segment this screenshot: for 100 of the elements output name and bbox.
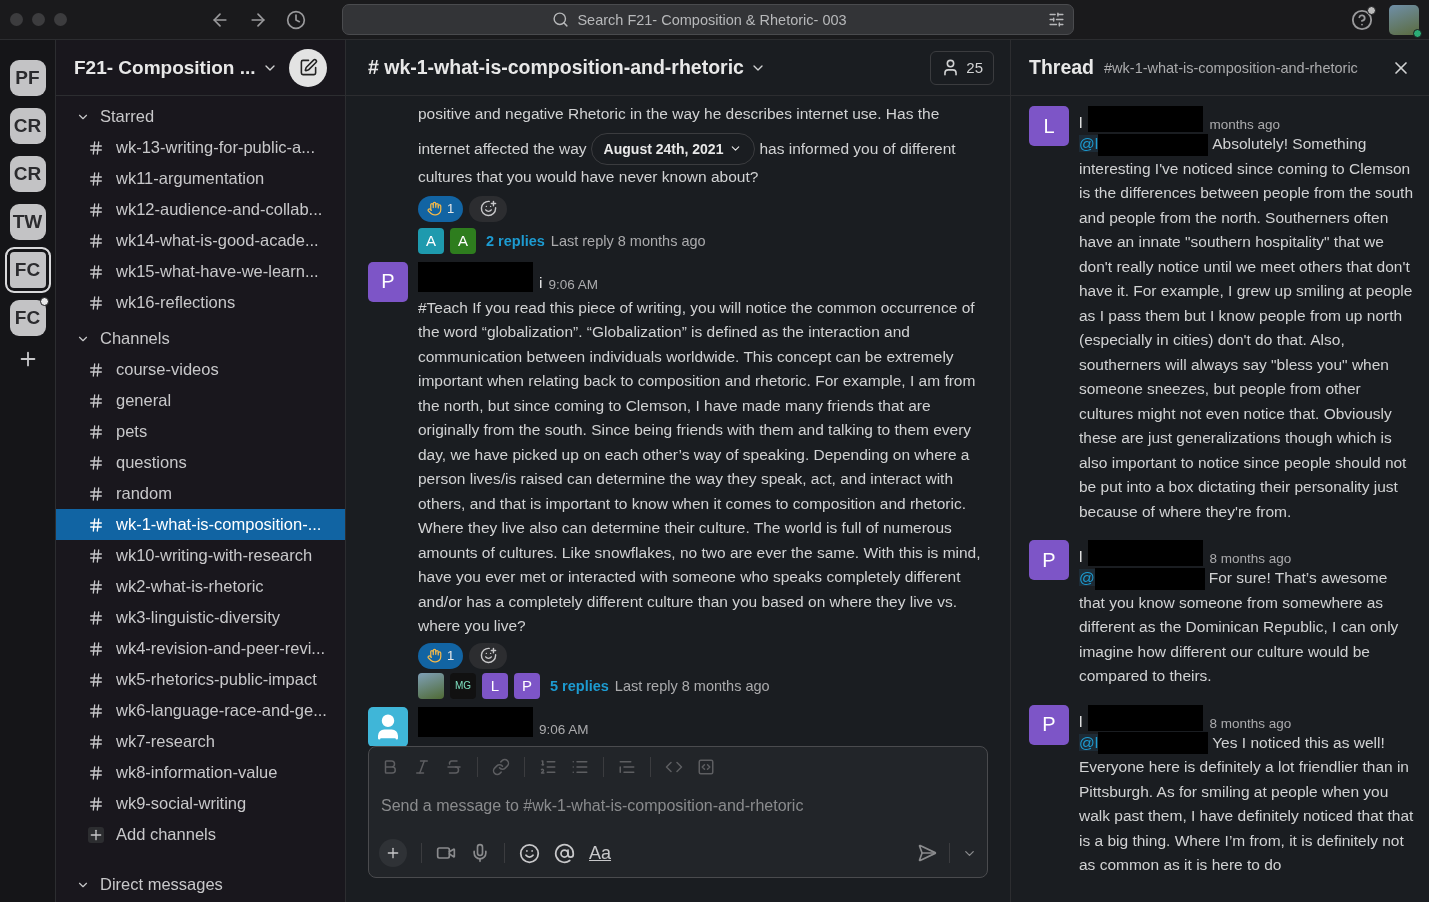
hash-icon xyxy=(88,485,104,502)
section-header[interactable]: Starred xyxy=(56,101,345,132)
author-name: l xyxy=(1079,712,1083,731)
channel-item[interactable]: wk16-reflections xyxy=(56,287,345,318)
send-icon[interactable] xyxy=(917,843,937,863)
link-icon[interactable] xyxy=(492,758,510,776)
thread-channel[interactable]: #wk-1-what-is-composition-and-rhetoric xyxy=(1104,59,1358,76)
message-time: 8 months ago xyxy=(1209,551,1292,566)
hash-icon xyxy=(88,671,104,688)
hash-icon xyxy=(88,201,104,218)
avatar: A xyxy=(450,227,476,254)
microphone-icon[interactable] xyxy=(470,843,490,863)
channel-item[interactable]: wk7-research xyxy=(56,726,345,757)
workspace-button[interactable]: FC xyxy=(4,247,51,293)
hash-icon xyxy=(88,454,104,471)
code-block-icon[interactable] xyxy=(697,758,715,776)
section-header[interactable]: Direct messages xyxy=(56,869,345,900)
replies-link[interactable]: 2 replies xyxy=(486,232,545,249)
channel-item[interactable]: general xyxy=(56,385,345,416)
channel-item[interactable]: wk3-linguistic-diversity xyxy=(56,602,345,633)
message-time: months ago xyxy=(1209,117,1280,132)
formatting-button[interactable]: Aa xyxy=(589,842,612,864)
message-text: has informed you of different xyxy=(759,138,956,159)
raised-hands-icon xyxy=(427,648,442,663)
hash-icon xyxy=(88,263,104,280)
hash-icon xyxy=(88,139,104,156)
channel-item[interactable]: wk4-revision-and-peer-revi... xyxy=(56,633,345,664)
avatar-photo xyxy=(418,672,444,699)
mention-icon[interactable] xyxy=(554,842,575,864)
channel-item[interactable]: wk5-rhetorics-public-impact xyxy=(56,664,345,695)
channel-item[interactable]: course-videos xyxy=(56,354,345,385)
author-name: l xyxy=(1079,114,1083,132)
workspace-button[interactable]: CR xyxy=(9,108,46,144)
thread-title: Thread xyxy=(1029,56,1094,79)
channel-item[interactable]: wk15-what-have-we-learn... xyxy=(56,256,345,287)
message-input[interactable]: Send a message to #wk-1-what-is-composition-and-rhetoric xyxy=(381,791,975,821)
raised-hands-icon xyxy=(427,201,442,216)
channel-item[interactable]: pets xyxy=(56,416,345,447)
bullet-list-icon[interactable] xyxy=(571,758,589,776)
mention-link[interactable]: @l xyxy=(1079,135,1099,152)
reaction-button[interactable]: 1 xyxy=(418,642,464,669)
message-text: @ For sure! That’s awesome that you know someone from somewhere as different as the Dominican Republic, I can only imagine how different our culture would be compared to theirs. xyxy=(1079,566,1400,686)
add-reaction-button[interactable] xyxy=(469,642,508,669)
channel-item[interactable]: wk12-audience-and-collab... xyxy=(56,194,345,225)
hash-icon xyxy=(88,702,104,719)
workspace-button[interactable]: CR xyxy=(9,156,46,192)
avatar: P xyxy=(514,672,540,699)
avatar: L xyxy=(482,672,508,699)
search-field[interactable]: Search F21- Composition & Rhetoric- 003 xyxy=(342,4,1074,35)
emoji-icon[interactable] xyxy=(519,842,540,864)
author-name: l xyxy=(1079,548,1083,566)
channel-title[interactable]: # wk-1-what-is-composition-and-rhetoric xyxy=(368,56,744,79)
hash-icon xyxy=(88,733,104,750)
workspace-button[interactable]: TW xyxy=(9,204,46,240)
avatar: P xyxy=(1029,704,1069,745)
channel-item[interactable]: wk14-what-is-good-acade... xyxy=(56,225,345,256)
mention-link[interactable]: @l xyxy=(1079,733,1099,751)
channel-item[interactable]: wk11-argumentation xyxy=(56,163,345,194)
hash-icon xyxy=(88,609,104,626)
replies-link[interactable]: 5 replies xyxy=(550,677,609,694)
message-text: @l Yes I noticed this as well! Everyone here is definitely a lot friendlier than in Pittsburgh. As for smiling at people when you walk past them, I have definitely noticed that that is a big thing. Where I’m from, it is definitely not as common as it is here to do xyxy=(1079,731,1415,875)
channel-item[interactable]: wk-13-writing-for-public-a... xyxy=(56,132,345,163)
attach-button[interactable] xyxy=(379,839,407,867)
mention-link[interactable]: @ xyxy=(1079,569,1095,586)
channel-item[interactable]: wk9-social-writing xyxy=(56,788,345,819)
message-time: 9:06 AM xyxy=(548,276,598,292)
hash-icon xyxy=(88,516,104,533)
avatar: P xyxy=(1029,540,1069,580)
channel-item[interactable]: random xyxy=(56,478,345,509)
add-emoji-icon xyxy=(479,200,497,217)
message-time: 8 months ago xyxy=(1209,715,1292,731)
add-reaction-button[interactable] xyxy=(469,195,508,222)
hash-icon xyxy=(88,764,104,781)
help-icon[interactable] xyxy=(1351,8,1373,31)
members-button[interactable]: 25 xyxy=(930,50,994,85)
numbered-list-icon[interactable] xyxy=(539,758,557,776)
channel-item[interactable]: questions xyxy=(56,447,345,478)
channel-item[interactable]: wk6-language-race-and-ge... xyxy=(56,695,345,726)
channel-item[interactable]: wk8-information-value xyxy=(56,757,345,788)
message-text: cultures that you would have never known about? xyxy=(418,167,760,187)
message-text: positive and negative Rhetoric in the way he describes internet use. Has the xyxy=(418,104,941,124)
channel-item[interactable]: wk2-what-is-rhetoric xyxy=(56,571,345,602)
quote-icon[interactable] xyxy=(618,758,636,776)
filter-icon[interactable] xyxy=(1048,11,1065,28)
add-channels-item[interactable]: Add channels xyxy=(56,819,345,850)
user-avatar-photo[interactable] xyxy=(1389,4,1419,35)
workspace-button[interactable]: FC xyxy=(9,300,46,336)
history-icon[interactable] xyxy=(286,9,306,30)
section-header[interactable]: Channels xyxy=(56,323,345,354)
channel-item[interactable]: wk10-writing-with-research xyxy=(56,540,345,571)
workspace-name[interactable]: F21- Composition ... xyxy=(74,56,256,79)
hash-icon xyxy=(88,795,104,812)
reaction-button[interactable]: 1 xyxy=(418,195,464,222)
compose-button[interactable] xyxy=(289,48,327,87)
message-time: 9:06 AM xyxy=(539,721,589,737)
hash-icon xyxy=(88,361,104,378)
workspace-button[interactable]: PF xyxy=(9,60,46,96)
channel-item[interactable]: wk-1-what-is-composition-... xyxy=(56,509,345,540)
author-name: i xyxy=(539,273,543,292)
date-divider[interactable]: August 24th, 2021 xyxy=(590,132,756,165)
